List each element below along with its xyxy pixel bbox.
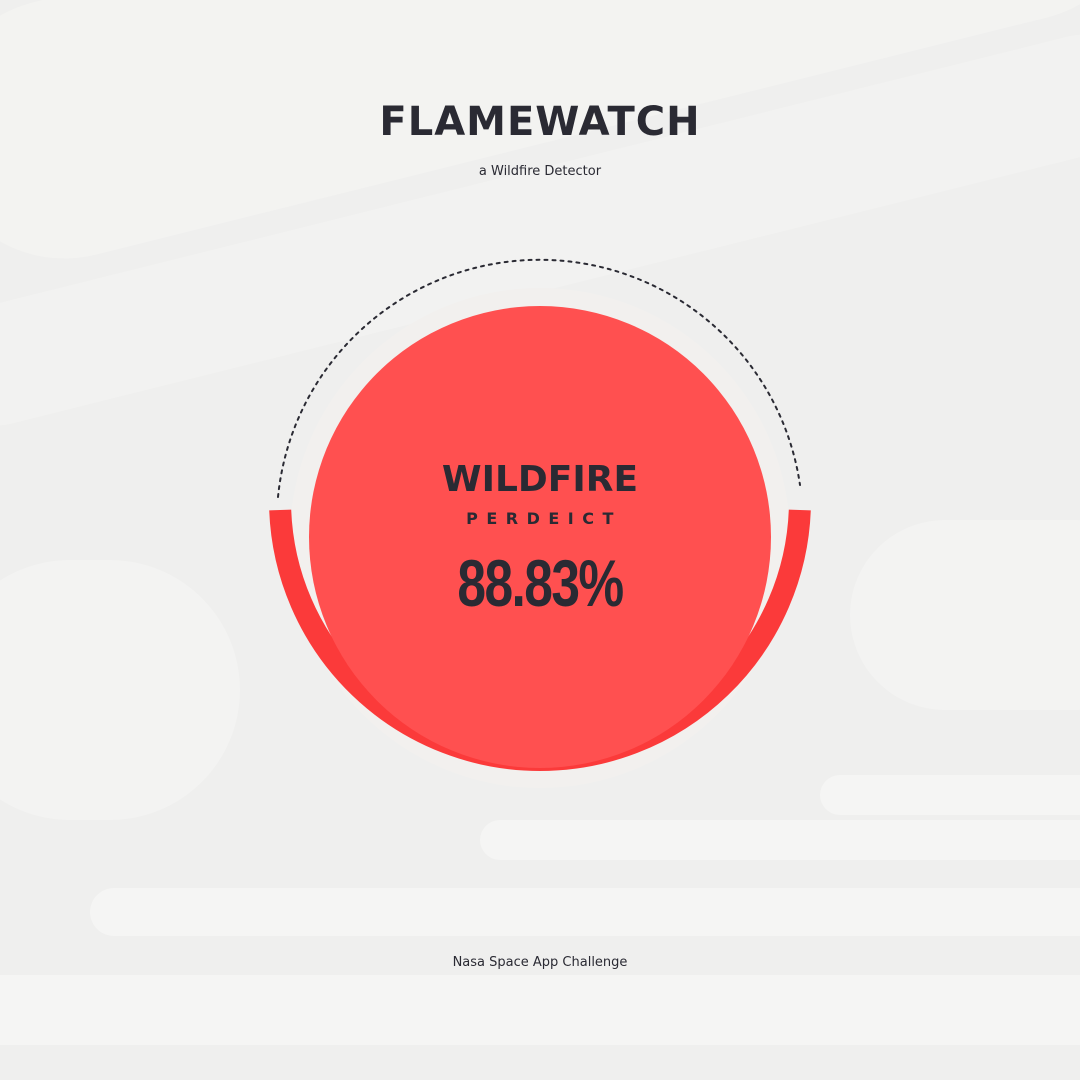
wildfire-gauge <box>269 258 811 788</box>
footer-text: Nasa Space App Challenge <box>452 955 628 970</box>
gauge-disc <box>309 306 771 768</box>
gauge-label: WILDFIRE <box>441 459 639 500</box>
gauge-sublabel: PERDEICT <box>466 509 622 528</box>
gauge-value: 88.83% <box>457 546 624 620</box>
